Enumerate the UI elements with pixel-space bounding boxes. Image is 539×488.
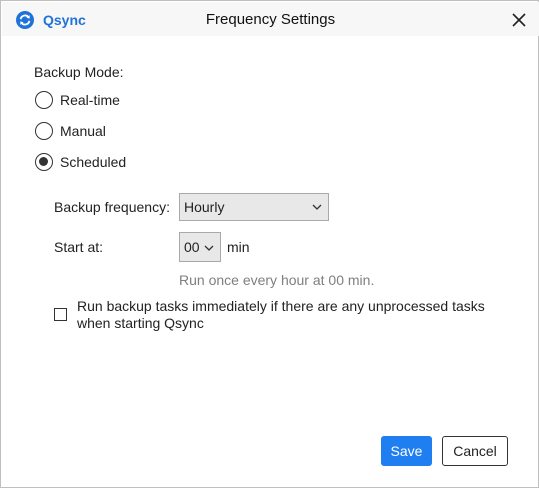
cancel-button[interactable]: Cancel [442,436,508,466]
minute-unit-label: min [227,239,250,255]
radio-label: Real-time [60,92,120,108]
dialog-title: Frequency Settings [205,11,336,28]
save-button[interactable]: Save [381,436,432,466]
radio-scheduled[interactable]: Scheduled [35,152,126,172]
backup-frequency-label: Backup frequency: [54,199,170,215]
start-at-label: Start at: [54,239,104,255]
frequency-settings-dialog: Qsync Frequency Settings Backup Mode: Re… [0,0,539,488]
radio-manual[interactable]: Manual [35,121,106,141]
title-bar: Qsync Frequency Settings [2,2,539,36]
radio-button[interactable] [35,153,53,171]
chevron-down-icon [204,245,214,251]
start-minute-value: 00 [184,239,200,255]
backup-frequency-select[interactable]: Hourly [179,193,329,221]
start-minute-select[interactable]: 00 [179,232,221,262]
chevron-down-icon [312,204,322,210]
schedule-hint: Run once every hour at 00 min. [179,272,375,288]
run-immediately-checkbox[interactable] [54,308,67,321]
backup-frequency-value: Hourly [184,199,225,215]
radio-label: Scheduled [60,154,127,170]
run-immediately-label: Run backup tasks immediately if there ar… [77,298,485,331]
radio-button[interactable] [35,122,53,140]
close-icon[interactable] [509,10,529,30]
backup-mode-label: Backup Mode: [34,64,124,80]
radio-label: Manual [60,123,106,139]
radio-button[interactable] [35,91,53,109]
radio-real-time[interactable]: Real-time [35,90,120,110]
